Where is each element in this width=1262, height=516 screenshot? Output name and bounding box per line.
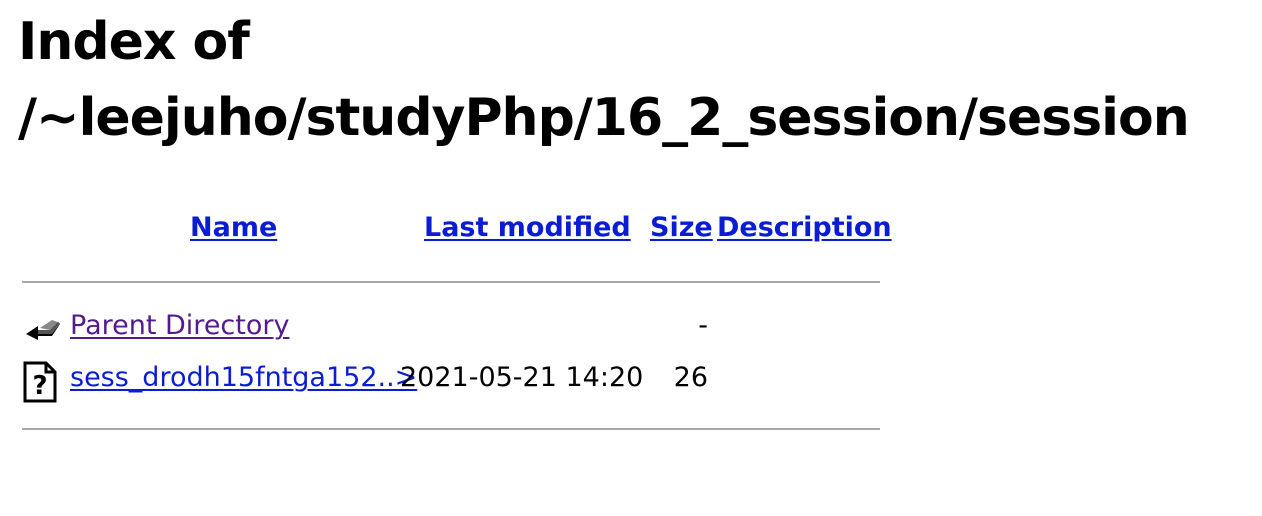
header-divider	[22, 281, 880, 283]
listing-header: Name Last modified Size Description	[22, 212, 892, 252]
svg-text:?: ?	[32, 371, 47, 401]
sort-by-size-link[interactable]: Size	[650, 212, 713, 243]
footer-divider	[22, 428, 880, 430]
sort-by-description-link[interactable]: Description	[717, 212, 892, 243]
parent-directory-link[interactable]: Parent Directory	[70, 310, 289, 341]
size-value: 26	[673, 362, 708, 393]
page-title: Index of /~leejuho/studyPhp/16_2_session…	[18, 12, 1190, 148]
sort-by-name-link[interactable]: Name	[190, 212, 277, 243]
list-item: Parent Directory -	[22, 306, 880, 350]
sort-by-last-modified-link[interactable]: Last modified	[424, 212, 631, 243]
last-modified-value: 2021-05-21 14:20	[400, 362, 644, 393]
back-icon	[22, 308, 62, 352]
file-link[interactable]: sess_drodh15fntga152..>	[70, 362, 417, 393]
list-item: ? sess_drodh15fntga152..> 2021-05-21 14:…	[22, 358, 880, 404]
unknown-file-icon: ?	[22, 360, 62, 404]
size-value: -	[698, 310, 708, 341]
